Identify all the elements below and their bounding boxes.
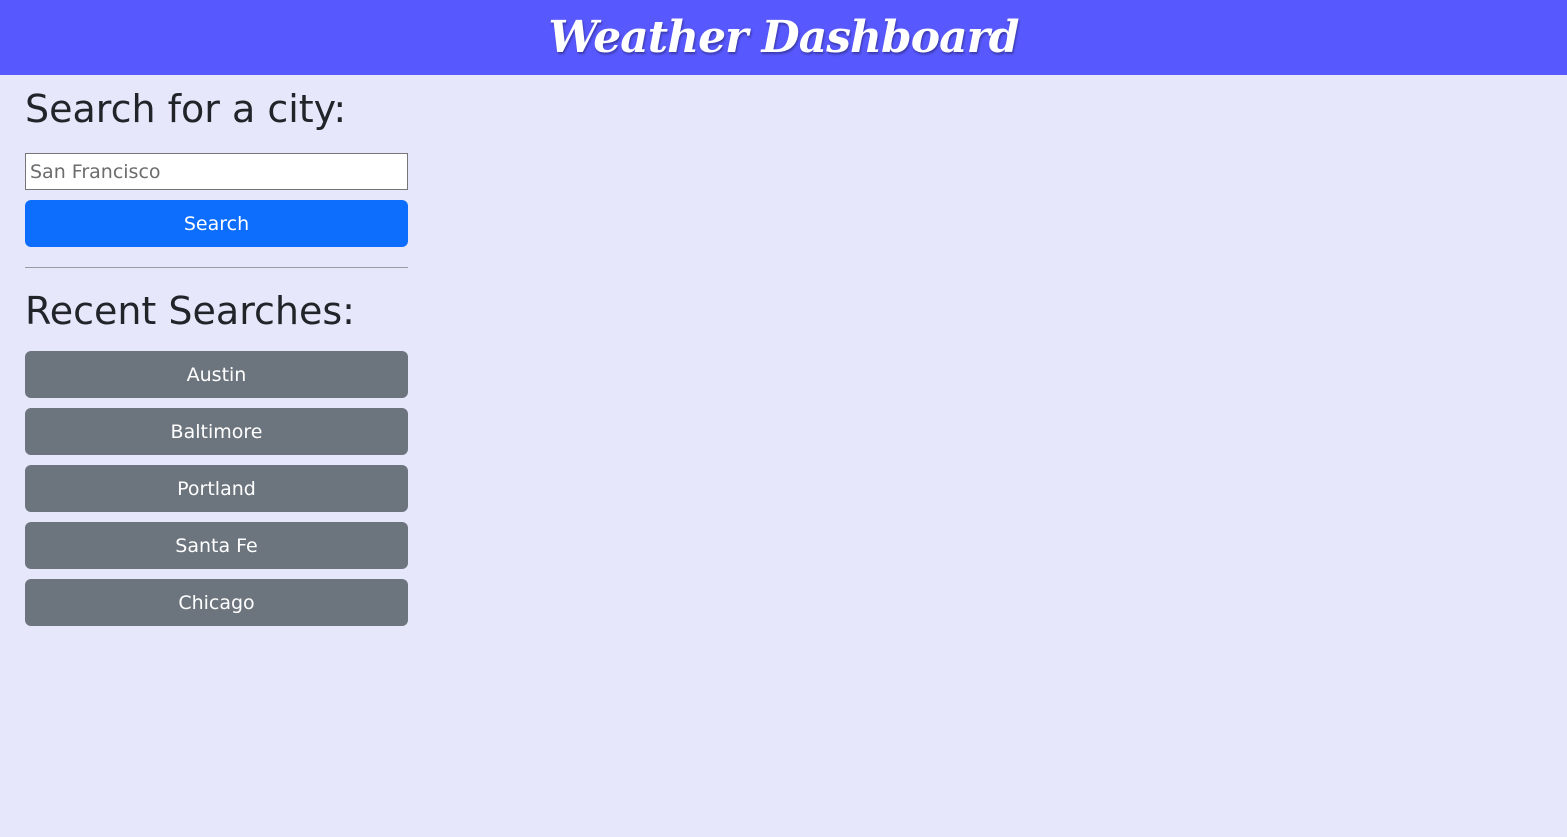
recent-searches-list: Austin Baltimore Portland Santa Fe Chica… bbox=[25, 351, 408, 636]
recent-search-button-chicago[interactable]: Chicago bbox=[25, 579, 408, 626]
recent-search-button-santa-fe[interactable]: Santa Fe bbox=[25, 522, 408, 569]
app-header: Weather Dashboard bbox=[0, 0, 1567, 75]
search-heading: Search for a city: bbox=[25, 87, 347, 131]
app-title: Weather Dashboard bbox=[548, 12, 1019, 63]
recent-search-button-baltimore[interactable]: Baltimore bbox=[25, 408, 408, 455]
section-divider bbox=[25, 267, 408, 268]
recent-search-button-portland[interactable]: Portland bbox=[25, 465, 408, 512]
recent-searches-heading: Recent Searches: bbox=[25, 289, 355, 333]
city-search-input[interactable] bbox=[25, 153, 408, 190]
recent-search-button-austin[interactable]: Austin bbox=[25, 351, 408, 398]
search-button[interactable]: Search bbox=[25, 200, 408, 247]
